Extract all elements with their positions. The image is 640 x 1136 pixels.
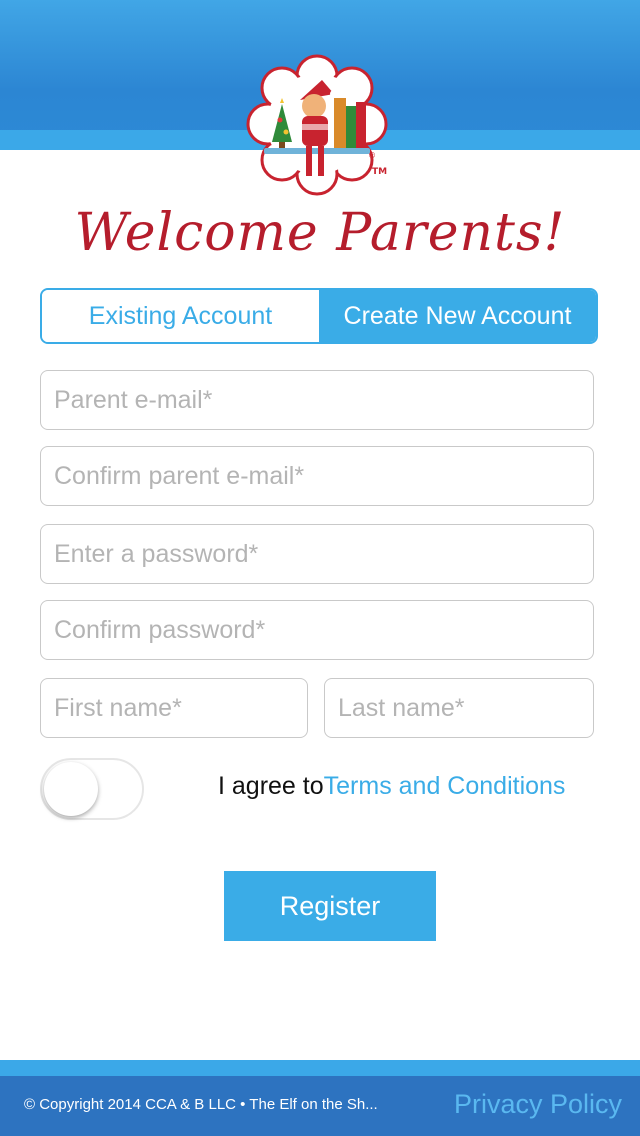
register-button[interactable]: Register [224,871,436,941]
password-input[interactable] [40,524,594,584]
agree-terms-text: I agree toTerms and Conditions [218,772,565,801]
welcome-title: Welcome Parents! [74,203,566,263]
confirm-password-input[interactable] [40,600,594,660]
copyright-text: © Copyright 2014 CCA & B LLC • The Elf o… [24,1096,378,1113]
toggle-knob [44,762,98,816]
last-name-input[interactable] [324,678,594,738]
privacy-policy-link[interactable]: Privacy Policy [454,1089,622,1120]
svg-text:TM: TM [372,167,387,177]
first-name-input[interactable] [40,678,308,738]
agree-prefix: I agree to [218,772,324,800]
elf-logo-icon: ® TM [246,54,388,196]
svg-text:®: ® [368,151,376,160]
parent-email-input[interactable] [40,370,594,430]
terms-and-conditions-link[interactable]: Terms and Conditions [324,772,566,800]
tab-create-new-account[interactable]: Create New Account [319,290,596,342]
footer-stripe [0,1060,640,1076]
account-tabs: Existing Account Create New Account [40,288,598,344]
confirm-email-input[interactable] [40,446,594,506]
agree-terms-toggle[interactable] [40,758,144,820]
tab-existing-account[interactable]: Existing Account [42,290,319,342]
